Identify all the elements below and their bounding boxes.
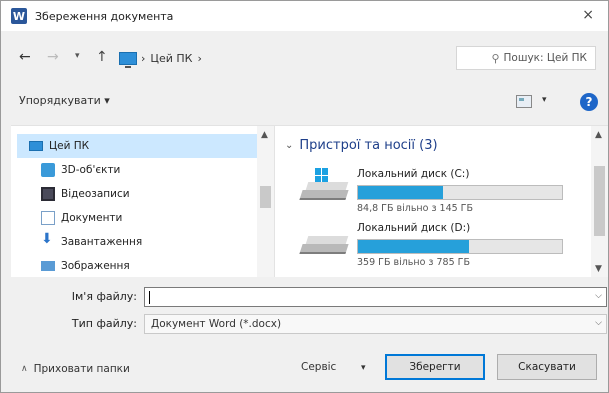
navigation-bar: ← → ▾ ↑ › Цей ПК › ⚲ Пошук: Цей ПК xyxy=(1,43,608,73)
tree-scrollbar[interactable]: ▲ xyxy=(257,126,274,277)
chevron-down-icon[interactable]: ⌵ xyxy=(595,318,602,328)
hide-folders-button[interactable]: ∧ Приховати папки xyxy=(21,363,130,375)
organize-button[interactable]: Упорядкувати ▾ xyxy=(19,94,110,107)
drive-usage-bar xyxy=(357,239,563,254)
save-dialog: W Збереження документа × ← → ▾ ↑ › Цей П… xyxy=(0,0,609,393)
window-title: Збереження документа xyxy=(35,9,174,23)
tree-item-this-pc[interactable]: Цей ПК xyxy=(29,135,89,157)
breadcrumb-this-pc[interactable]: Цей ПК xyxy=(150,52,192,65)
documents-icon xyxy=(41,211,55,225)
scroll-down-icon[interactable]: ▼ xyxy=(595,264,602,274)
tree-item-label: Цей ПК xyxy=(49,140,90,152)
content-scrollbar[interactable]: ▲ ▼ xyxy=(591,126,608,277)
group-title: Пристрої та носії (3) xyxy=(299,138,438,153)
3d-objects-icon xyxy=(41,163,55,177)
drive-item-d[interactable]: Локальний диск (D:) 359 ГБ вільно з 785 … xyxy=(299,222,601,268)
drive-name: Локальний диск (D:) xyxy=(357,222,471,234)
address-bar[interactable]: › Цей ПК › xyxy=(119,46,449,70)
browser-panes: Цей ПК 3D-об'єкти Відеозаписи Документи … xyxy=(11,125,608,277)
text-caret xyxy=(149,291,150,304)
save-button[interactable]: Зберегти xyxy=(385,354,485,380)
pictures-icon xyxy=(41,261,55,271)
windows-logo-icon xyxy=(315,168,329,182)
devices-group-header[interactable]: ⌄ Пристрої та носії (3) xyxy=(285,138,438,153)
local-drive-icon xyxy=(299,228,349,258)
computer-icon xyxy=(119,51,137,68)
tools-button[interactable]: Сервіс xyxy=(301,361,336,373)
drive-usage-bar xyxy=(357,185,563,200)
filename-input[interactable]: ⌵ xyxy=(144,287,607,307)
view-options-icon[interactable] xyxy=(516,95,532,108)
tree-item-label: Відеозаписи xyxy=(61,188,130,200)
tree-item-downloads[interactable]: Завантаження xyxy=(41,231,142,253)
scrollbar-thumb[interactable] xyxy=(594,166,605,236)
back-arrow-icon[interactable]: ← xyxy=(19,49,31,65)
scrollbar-thumb[interactable] xyxy=(260,186,271,208)
chevron-up-icon: ∧ xyxy=(21,364,28,374)
search-icon: ⚲ xyxy=(491,51,500,65)
drive-name: Локальний диск (C:) xyxy=(357,168,470,180)
scroll-up-icon[interactable]: ▲ xyxy=(261,130,268,140)
cancel-button[interactable]: Скасувати xyxy=(497,354,597,380)
tree-item-label: Зображення xyxy=(61,260,130,272)
hide-folders-label: Приховати папки xyxy=(33,363,130,375)
forward-arrow-icon[interactable]: → xyxy=(47,49,59,65)
drive-usage-fill xyxy=(358,240,469,253)
tools-chevron-icon[interactable]: ▾ xyxy=(361,363,366,373)
drive-item-c[interactable]: Локальний диск (C:) 84,8 ГБ вільно з 145… xyxy=(299,168,601,214)
tree-item-3d-objects[interactable]: 3D-об'єкти xyxy=(41,159,120,181)
system-drive-icon xyxy=(299,168,349,204)
tree-item-videos[interactable]: Відеозаписи xyxy=(41,183,130,205)
chevron-down-icon: ⌄ xyxy=(285,140,294,151)
tree-item-label: 3D-об'єкти xyxy=(61,164,121,176)
navigation-tree: Цей ПК 3D-об'єкти Відеозаписи Документи … xyxy=(11,126,275,277)
tree-item-documents[interactable]: Документи xyxy=(41,207,122,229)
title-bar: W Збереження документа × xyxy=(1,1,608,31)
tree-item-pictures[interactable]: Зображення xyxy=(41,255,130,277)
help-icon[interactable]: ? xyxy=(580,93,598,111)
drive-free-space: 84,8 ГБ вільно з 145 ГБ xyxy=(357,203,473,214)
drive-free-space: 359 ГБ вільно з 785 ГБ xyxy=(357,257,470,268)
pc-icon xyxy=(29,141,43,151)
search-input[interactable]: ⚲ Пошук: Цей ПК xyxy=(456,46,596,70)
filetype-select[interactable]: Документ Word (*.docx) ⌵ xyxy=(144,314,607,334)
drive-usage-fill xyxy=(358,186,443,199)
close-icon[interactable]: × xyxy=(582,7,594,23)
filetype-value: Документ Word (*.docx) xyxy=(151,318,282,330)
chevron-down-icon[interactable]: ⌵ xyxy=(595,291,602,301)
up-arrow-icon[interactable]: ↑ xyxy=(96,49,108,65)
tree-item-label: Завантаження xyxy=(61,236,143,248)
videos-icon xyxy=(41,187,55,201)
command-toolbar: Упорядкувати ▾ ▾ ? xyxy=(1,89,608,115)
filetype-label: Тип файлу: xyxy=(71,317,137,330)
breadcrumb-separator[interactable]: › xyxy=(197,52,201,65)
filename-label: Ім'я файлу: xyxy=(71,290,137,303)
breadcrumb-separator[interactable]: › xyxy=(141,52,145,65)
word-app-icon: W xyxy=(11,8,27,24)
recent-locations-chevron-icon[interactable]: ▾ xyxy=(75,51,80,61)
scroll-up-icon[interactable]: ▲ xyxy=(595,130,602,140)
content-pane: ⌄ Пристрої та носії (3) Локальний диск (… xyxy=(275,126,608,277)
view-options-chevron-icon[interactable]: ▾ xyxy=(542,95,547,105)
search-placeholder: Пошук: Цей ПК xyxy=(503,52,587,64)
downloads-icon xyxy=(41,231,55,249)
tree-item-label: Документи xyxy=(61,212,123,224)
